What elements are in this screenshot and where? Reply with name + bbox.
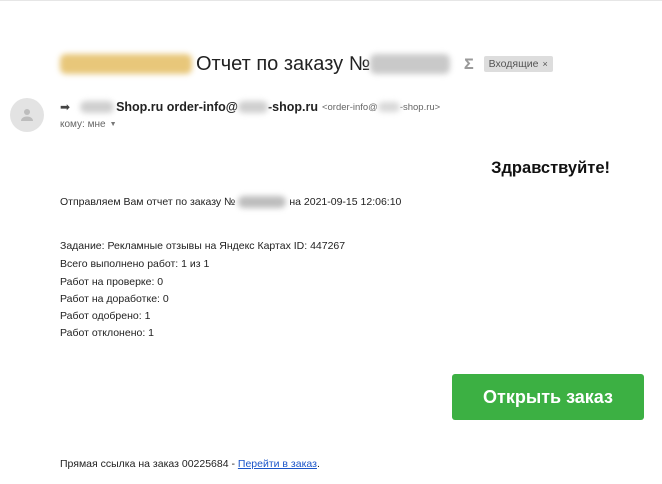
- redacted-shop-name: [60, 54, 192, 74]
- sender-name-tail[interactable]: -shop.ru: [268, 100, 318, 114]
- important-marker-icon[interactable]: 𝚺: [464, 57, 473, 71]
- greeting-heading: Здравствуйте!: [491, 159, 610, 177]
- go-to-order-link[interactable]: Перейти в заказ: [238, 458, 317, 470]
- sender-address: <order-info@: [321, 101, 378, 113]
- email-subject: Отчет по заказу № 𝚺 Входящие ×: [60, 50, 553, 78]
- report-prefix: Отправляем Вам отчет по заказу №: [60, 196, 236, 208]
- subject-text: Отчет по заказу №: [196, 52, 371, 75]
- chevron-down-icon[interactable]: ▼: [110, 121, 117, 128]
- report-line: Отправляем Вам отчет по заказу № на 2021…: [60, 196, 401, 208]
- footer-text: Прямая ссылка на заказ 00225684 -: [60, 458, 238, 470]
- redacted-order-number-inline: [238, 196, 287, 208]
- sender-line: ➡ Shop.ru order-info@ -shop.ru <order-in…: [60, 100, 440, 114]
- redacted-order-number: [370, 54, 451, 74]
- detail-line-rejected: Работ отклонено: 1: [60, 327, 155, 339]
- footer-direct-link: Прямая ссылка на заказ 00225684 - Перейт…: [60, 458, 320, 470]
- inbox-label-chip[interactable]: Входящие ×: [483, 56, 553, 72]
- detail-line-task: Задание: Рекламные отзывы на Яндекс Карт…: [60, 240, 346, 252]
- top-divider: [0, 0, 662, 1]
- redacted-address-part: [377, 102, 400, 112]
- avatar: [10, 98, 44, 132]
- open-order-button[interactable]: Открыть заказ: [452, 374, 644, 420]
- inbox-label-text: Входящие: [488, 58, 539, 70]
- recipient-line[interactable]: кому: мне ▼: [60, 119, 117, 130]
- detail-line-rework: Работ на доработке: 0: [60, 293, 169, 305]
- person-icon: [21, 109, 33, 121]
- redacted-sender-part: [80, 101, 115, 113]
- footer-trailing: .: [316, 458, 320, 470]
- redacted-sender-domain: [237, 101, 268, 113]
- remove-label-icon[interactable]: ×: [542, 59, 547, 69]
- sender-address-tail: -shop.ru>: [399, 101, 441, 113]
- detail-line-review: Работ на проверке: 0: [60, 276, 164, 288]
- sender-name[interactable]: Shop.ru order-info@: [116, 100, 238, 114]
- report-suffix: на 2021-09-15 12:06:10: [289, 196, 402, 208]
- detail-line-approved: Работ одобрено: 1: [60, 310, 151, 322]
- recipient-text: кому: мне: [60, 119, 106, 130]
- forward-arrow-icon: ➡: [60, 100, 71, 114]
- detail-line-total: Всего выполнено работ: 1 из 1: [60, 258, 210, 270]
